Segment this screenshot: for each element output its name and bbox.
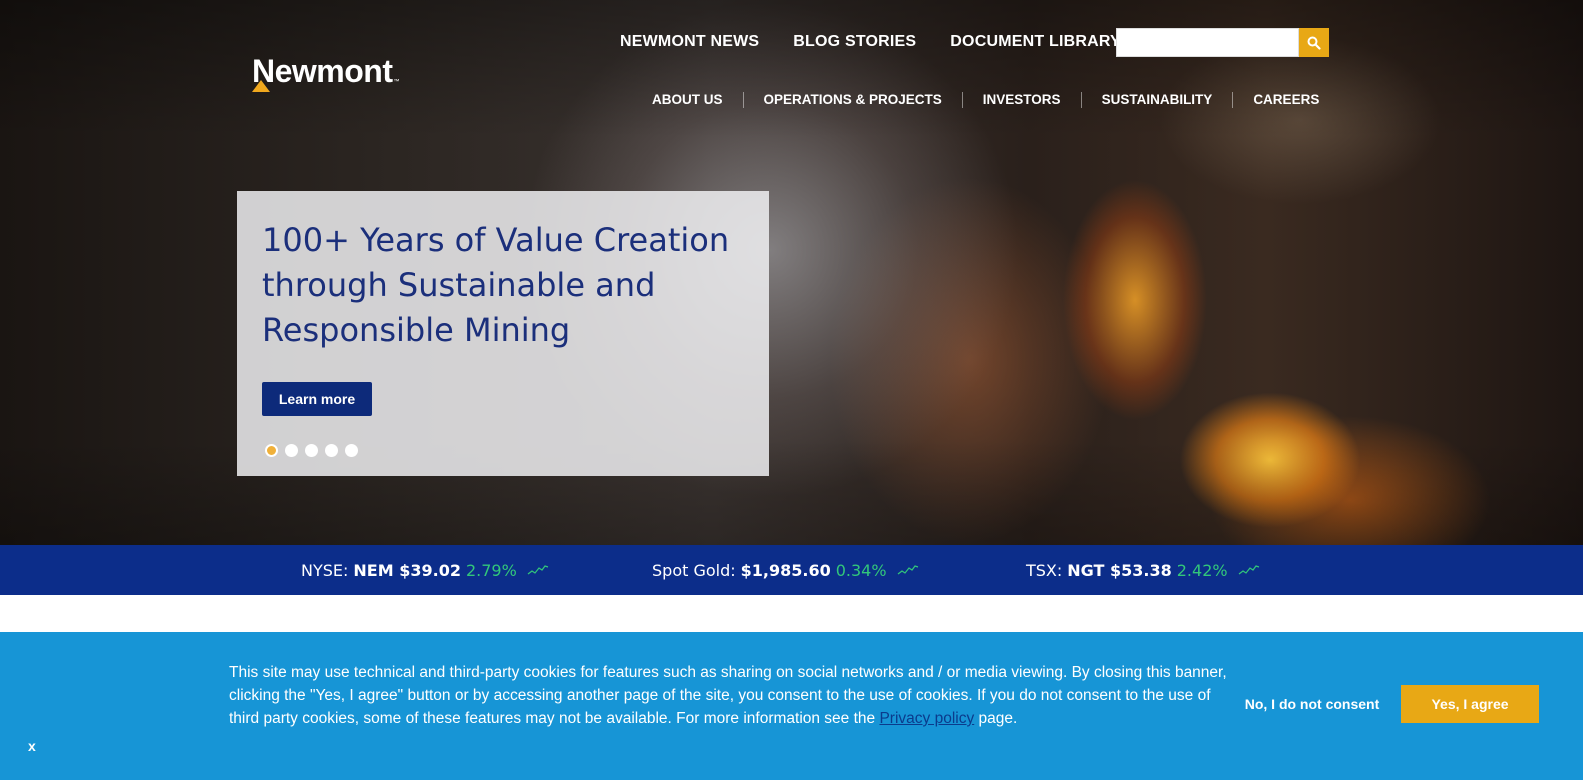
- ticker-exchange: TSX:: [1026, 560, 1063, 580]
- logo-triangle-icon: [252, 80, 270, 92]
- nav-about-us[interactable]: ABOUT US: [652, 91, 723, 109]
- top-navigation: NEWMONT NEWS BLOG STORIES DOCUMENT LIBRA…: [620, 32, 1155, 52]
- ticker-exchange: Spot Gold:: [652, 560, 736, 580]
- hero-title: 100+ Years of Value Creation through Sus…: [262, 221, 730, 349]
- nav-document-library[interactable]: DOCUMENT LIBRARY: [950, 32, 1121, 52]
- cookie-text-end: page.: [974, 710, 1018, 727]
- nav-divider: [1080, 92, 1082, 108]
- logo-text: Newmont: [252, 53, 393, 89]
- ticker-price: $1,985.60: [740, 560, 831, 580]
- nav-blog-stories[interactable]: BLOG STORIES: [793, 32, 916, 52]
- carousel-dot-1[interactable]: [265, 444, 278, 457]
- carousel-dot-2[interactable]: [285, 444, 298, 457]
- nav-operations-projects[interactable]: OPERATIONS & PROJECTS: [764, 91, 942, 109]
- sparkline-icon: [1238, 565, 1259, 575]
- search-box: [1116, 28, 1329, 57]
- decline-cookies-button[interactable]: No, I do not consent: [1236, 685, 1388, 723]
- learn-more-button[interactable]: Learn more: [262, 382, 372, 416]
- ticker-change: 0.34%: [835, 560, 887, 580]
- carousel-dot-4[interactable]: [325, 444, 338, 457]
- search-input[interactable]: [1116, 28, 1299, 57]
- cookie-banner: This site may use technical and third-pa…: [0, 632, 1583, 780]
- nav-newmont-news[interactable]: NEWMONT NEWS: [620, 32, 759, 52]
- search-icon: [1307, 36, 1321, 50]
- nav-sustainability[interactable]: SUSTAINABILITY: [1102, 91, 1213, 109]
- sparkline-icon: [527, 565, 548, 575]
- carousel-dot-5[interactable]: [345, 444, 358, 457]
- ticker-price: NEM $39.02: [353, 560, 461, 580]
- carousel-dot-3[interactable]: [305, 444, 318, 457]
- content-spacer: [0, 595, 1583, 632]
- nav-divider: [961, 92, 963, 108]
- nav-divider: [1232, 92, 1234, 108]
- cookie-message: This site may use technical and third-pa…: [229, 661, 1229, 730]
- close-banner-button[interactable]: x: [28, 738, 36, 754]
- cookie-text-main: This site may use technical and third-pa…: [229, 664, 1227, 727]
- sparkline-icon: [897, 565, 918, 575]
- nav-investors[interactable]: INVESTORS: [983, 91, 1061, 109]
- stock-ticker-bar: NYSE: NEM $39.02 2.79% Spot Gold: $1,985…: [0, 545, 1583, 595]
- nav-careers[interactable]: CAREERS: [1253, 91, 1319, 109]
- ticker-nyse[interactable]: NYSE: NEM $39.02 2.79%: [301, 545, 549, 595]
- ticker-change: 2.79%: [465, 560, 517, 580]
- ticker-spot-gold[interactable]: Spot Gold: $1,985.60 0.34%: [652, 545, 919, 595]
- hero-banner: Newmont ™ NEWMONT NEWS BLOG STORIES DOCU…: [0, 0, 1583, 550]
- nav-divider: [742, 92, 744, 108]
- ticker-price: NGT $53.38: [1067, 560, 1172, 580]
- search-button[interactable]: [1299, 28, 1329, 57]
- ticker-change: 2.42%: [1176, 560, 1228, 580]
- logo-trademark: ™: [393, 79, 400, 85]
- ticker-tsx[interactable]: TSX: NGT $53.38 2.42%: [1026, 545, 1260, 595]
- ticker-exchange: NYSE:: [301, 560, 349, 580]
- privacy-policy-link[interactable]: Privacy policy: [879, 710, 974, 727]
- main-navigation: ABOUT US OPERATIONS & PROJECTS INVESTORS…: [652, 91, 1319, 109]
- newmont-logo[interactable]: Newmont ™: [252, 53, 400, 92]
- carousel-dots: [265, 444, 358, 457]
- accept-cookies-button[interactable]: Yes, I agree: [1401, 685, 1539, 723]
- hero-text-panel: 100+ Years of Value Creation through Sus…: [237, 191, 769, 476]
